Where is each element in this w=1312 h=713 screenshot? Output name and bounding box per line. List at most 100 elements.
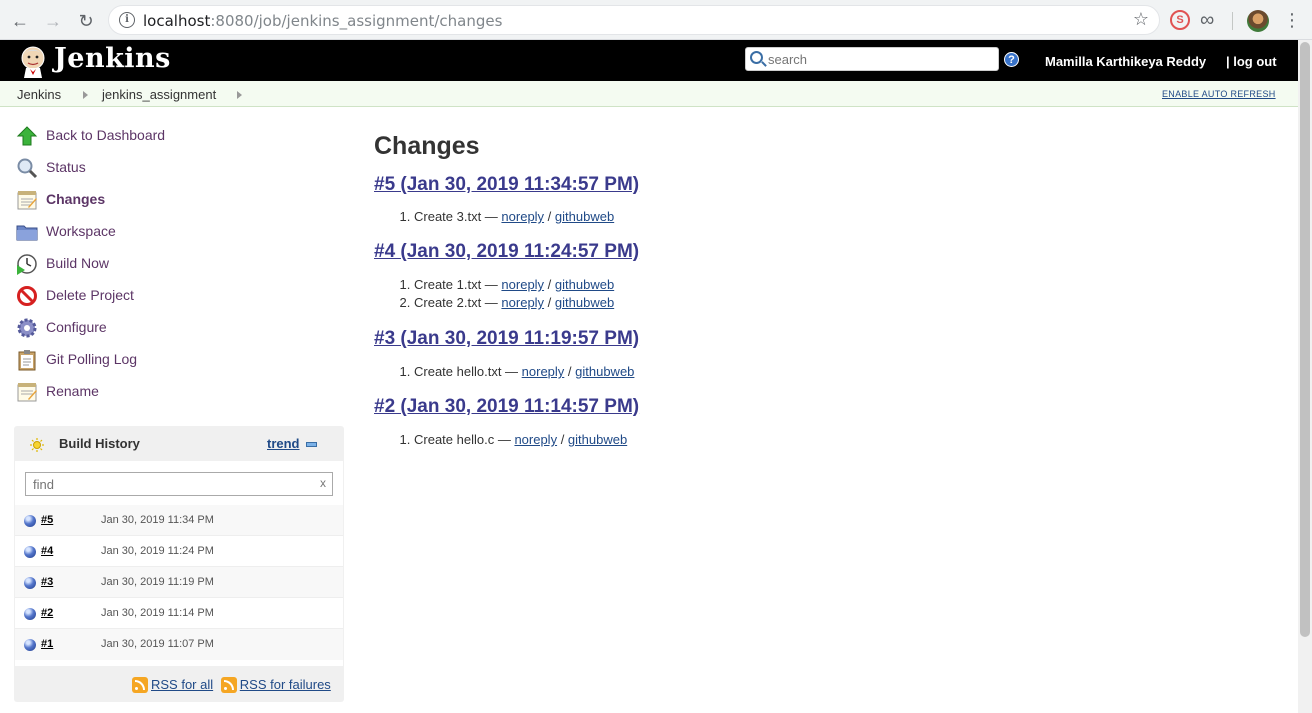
author-link[interactable]: noreply bbox=[522, 364, 565, 379]
build-4-heading-link[interactable]: #4 (Jan 30, 2019 11:24:57 PM) bbox=[374, 241, 639, 263]
task-label[interactable]: Back to Dashboard bbox=[46, 127, 165, 143]
page-scrollbar[interactable] bbox=[1298, 40, 1312, 713]
author-link[interactable]: noreply bbox=[514, 432, 557, 447]
magnifier-icon bbox=[17, 158, 38, 179]
task-back-to-dashboard[interactable]: Back to Dashboard bbox=[16, 122, 336, 154]
breadcrumb-item-jenkins[interactable]: Jenkins bbox=[17, 87, 61, 102]
task-label[interactable]: Changes bbox=[46, 191, 105, 207]
build-history-list: x #5 Jan 30, 2019 11:34 PM #4 Jan 30, 20… bbox=[15, 461, 343, 666]
change-item: Create hello.c — noreply / githubweb bbox=[414, 431, 627, 449]
task-label[interactable]: Build Now bbox=[46, 255, 109, 271]
task-label[interactable]: Status bbox=[46, 159, 86, 175]
extension-infinity-icon[interactable]: ∞ bbox=[1200, 10, 1220, 30]
gear-icon bbox=[17, 318, 37, 338]
task-workspace[interactable]: Workspace bbox=[16, 218, 336, 250]
collapse-icon[interactable] bbox=[306, 442, 317, 447]
scrollbar-thumb[interactable] bbox=[1300, 42, 1310, 637]
author-link[interactable]: noreply bbox=[501, 277, 544, 292]
rss-failures-link[interactable]: RSS for failures bbox=[240, 677, 331, 692]
search-box[interactable] bbox=[745, 47, 999, 71]
githubweb-link[interactable]: githubweb bbox=[555, 209, 614, 224]
build-date: Jan 30, 2019 11:34 PM bbox=[101, 514, 214, 526]
build-number-link[interactable]: #1 bbox=[41, 638, 53, 650]
change-list: Create 3.txt — noreply / githubweb bbox=[374, 208, 614, 226]
build-number-link[interactable]: #3 bbox=[41, 576, 53, 588]
rss-icon[interactable] bbox=[220, 676, 237, 693]
build-3-heading-link[interactable]: #3 (Jan 30, 2019 11:19:57 PM) bbox=[374, 328, 639, 350]
jenkins-brand[interactable]: Jenkins bbox=[54, 43, 171, 74]
task-rename[interactable]: Rename bbox=[16, 378, 336, 410]
logout-link-text[interactable]: log out bbox=[1233, 54, 1276, 69]
blue-ball-icon[interactable] bbox=[24, 639, 36, 651]
reload-icon[interactable]: ↻ bbox=[73, 8, 99, 34]
build-date: Jan 30, 2019 11:14 PM bbox=[101, 607, 214, 619]
task-git-polling-log[interactable]: Git Polling Log bbox=[16, 346, 336, 378]
build-history-row: #1 Jan 30, 2019 11:07 PM bbox=[15, 629, 343, 660]
change-message: Create hello.txt — bbox=[414, 364, 522, 379]
search-input[interactable] bbox=[766, 50, 994, 68]
jenkins-logo-icon[interactable] bbox=[16, 44, 50, 78]
blue-ball-icon[interactable] bbox=[24, 608, 36, 620]
enable-auto-refresh-link[interactable]: ENABLE AUTO REFRESH bbox=[1162, 89, 1276, 99]
task-status[interactable]: Status bbox=[16, 154, 336, 186]
change-list: Create hello.txt — noreply / githubweb bbox=[374, 363, 634, 381]
change-item: Create 2.txt — noreply / githubweb bbox=[414, 294, 614, 312]
clear-find-icon[interactable]: x bbox=[320, 476, 326, 490]
bookmark-star-icon[interactable]: ☆ bbox=[1133, 9, 1149, 30]
find-box[interactable]: x bbox=[25, 472, 333, 496]
rss-all-link[interactable]: RSS for all bbox=[151, 677, 213, 692]
help-icon[interactable]: ? bbox=[1004, 52, 1019, 67]
breadcrumb-chevron-icon[interactable] bbox=[237, 91, 242, 99]
blue-ball-icon[interactable] bbox=[24, 577, 36, 589]
logout-link[interactable]: | log out bbox=[1226, 54, 1277, 69]
profile-avatar-icon[interactable] bbox=[1247, 10, 1269, 32]
separator: / bbox=[544, 209, 555, 224]
githubweb-link[interactable]: githubweb bbox=[575, 364, 634, 379]
githubweb-link[interactable]: githubweb bbox=[555, 295, 614, 310]
githubweb-link[interactable]: githubweb bbox=[555, 277, 614, 292]
build-5-heading-link[interactable]: #5 (Jan 30, 2019 11:34:57 PM) bbox=[374, 174, 639, 196]
task-delete-project[interactable]: Delete Project bbox=[16, 282, 336, 314]
author-link[interactable]: noreply bbox=[501, 295, 544, 310]
url-text[interactable]: localhost:8080/job/jenkins_assignment/ch… bbox=[143, 12, 502, 30]
user-name-link[interactable]: Mamilla Karthikeya Reddy bbox=[1045, 54, 1206, 69]
rss-links: RSS for all RSS for failures bbox=[132, 676, 331, 693]
task-configure[interactable]: Configure bbox=[16, 314, 336, 346]
author-link[interactable]: noreply bbox=[501, 209, 544, 224]
info-icon[interactable]: i bbox=[119, 12, 135, 28]
change-list: Create 1.txt — noreply / githubweb Creat… bbox=[374, 276, 614, 312]
forward-arrow-icon[interactable]: → bbox=[40, 8, 66, 34]
change-item: Create 3.txt — noreply / githubweb bbox=[414, 208, 614, 226]
task-build-now[interactable]: Build Now bbox=[16, 250, 336, 282]
build-number-link[interactable]: #2 bbox=[41, 607, 53, 619]
task-label[interactable]: Configure bbox=[46, 319, 107, 335]
page-title: Changes bbox=[374, 132, 480, 160]
trend-link[interactable]: trend bbox=[267, 436, 300, 451]
build-history-title: Build History bbox=[59, 436, 140, 451]
build-2-heading-link[interactable]: #2 (Jan 30, 2019 11:14:57 PM) bbox=[374, 396, 639, 418]
task-changes[interactable]: Changes bbox=[16, 186, 336, 218]
build-history-row: #2 Jan 30, 2019 11:14 PM bbox=[15, 598, 343, 629]
task-label[interactable]: Git Polling Log bbox=[46, 351, 137, 367]
sun-icon bbox=[30, 438, 44, 452]
address-bar[interactable]: i localhost:8080/job/jenkins_assignment/… bbox=[108, 5, 1160, 35]
find-input[interactable] bbox=[31, 476, 311, 492]
menu-dots-icon[interactable]: ⋮ bbox=[1283, 8, 1301, 32]
build-number-link[interactable]: #4 bbox=[41, 545, 53, 557]
task-label[interactable]: Workspace bbox=[46, 223, 116, 239]
change-message: Create hello.c — bbox=[414, 432, 515, 447]
up-arrow-icon bbox=[16, 126, 38, 146]
blue-ball-icon[interactable] bbox=[24, 515, 36, 527]
url-path: :8080/job/jenkins_assignment/changes bbox=[210, 12, 503, 30]
back-arrow-icon[interactable]: ← bbox=[7, 8, 33, 34]
breadcrumb-chevron-icon[interactable] bbox=[83, 91, 88, 99]
task-label[interactable]: Delete Project bbox=[46, 287, 134, 303]
rss-icon[interactable] bbox=[132, 676, 148, 693]
task-label[interactable]: Rename bbox=[46, 383, 99, 399]
breadcrumb-item-job[interactable]: jenkins_assignment bbox=[102, 87, 216, 102]
blue-ball-icon[interactable] bbox=[24, 546, 36, 558]
no-entry-icon bbox=[17, 286, 37, 306]
build-number-link[interactable]: #5 bbox=[41, 514, 53, 526]
extension-blocker-icon[interactable]: S bbox=[1170, 10, 1190, 30]
githubweb-link[interactable]: githubweb bbox=[568, 432, 627, 447]
